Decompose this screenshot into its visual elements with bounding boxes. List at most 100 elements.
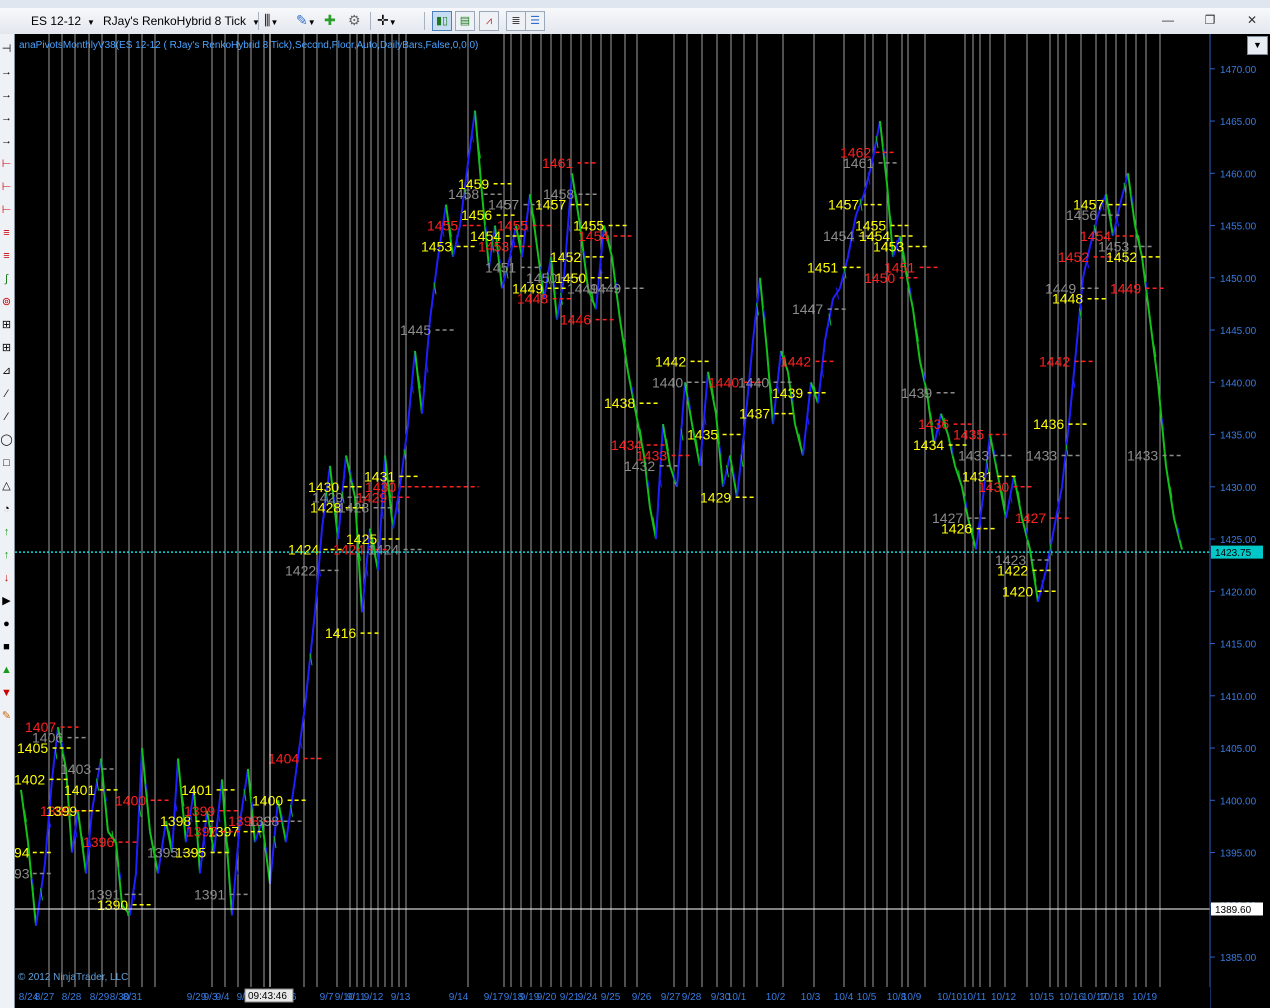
bar-style-icon[interactable]: ⫼▼ [264,11,278,30]
pencil-icon[interactable]: ✎▼ [296,11,316,30]
drawing-tool-icon[interactable]: ⊢ [0,203,13,217]
price-tick-label: 1460.00 [1220,169,1257,180]
date-tick-label: 10/18 [1099,992,1124,1003]
pivot-level-label: 1429 [700,489,731,505]
drawing-tool-icon[interactable]: ⊞ [0,341,13,355]
pivot-level-label: 1457 [828,197,859,213]
chart-trader-icon[interactable]: ⩘ [479,11,499,31]
date-tick-label: 10/11 [962,992,987,1003]
toolbar-divider [424,12,425,30]
drawing-tool-icon[interactable]: ◔ [0,502,13,516]
scale-dropdown[interactable]: ▼ [1247,36,1268,55]
pivot-level-label: 1424 [368,542,399,558]
minimize-icon[interactable]: — [1154,11,1182,29]
drawing-tool-icon[interactable]: ▼ [0,686,13,700]
drawing-tool-icon[interactable]: ⁄ [0,410,13,424]
instrument-selector[interactable]: ES 12-12 ▼ [26,11,100,32]
pivot-level-label: 1435 [953,427,984,443]
pivot-level-label: 1446 [560,312,591,328]
crosshair-icon[interactable]: ✛▼ [377,11,397,30]
drawing-tool-icon[interactable]: △ [0,479,13,493]
bar-type-label: RJay's RenkoHybrid 8 Tick [103,14,247,28]
current-price-flag: 1423.75 [1211,545,1263,559]
drawing-tool-icon[interactable]: ≡ [0,249,13,263]
drawing-tool-icon[interactable]: ∫ [0,272,13,286]
drawing-tool-icon[interactable]: ≡ [0,226,13,240]
drawing-tool-icon[interactable]: ⊣ [0,42,13,56]
price-tick-label: 1465.00 [1220,117,1257,128]
drawing-tool-icon[interactable]: ⁄ [0,387,13,401]
pivot-level-label: 1461 [542,155,573,171]
pivot-level-label: 1403 [60,761,91,777]
drawing-tool-icon[interactable]: ⊞ [0,318,13,332]
properties-icon[interactable]: ≣ [506,11,526,31]
pivot-level-label: 1397 [186,824,217,840]
drawing-tool-icon[interactable]: ▲ [0,663,13,677]
pivot-level-label: 1439 [901,385,932,401]
price-axis[interactable]: 1385.001390.001395.001400.001405.001410.… [1209,34,1270,1008]
pivot-level-label: 1448 [517,291,548,307]
price-tick-label: 1385.00 [1220,953,1257,964]
pivot-level-label: 1430 [978,479,1009,495]
bar-type-selector[interactable]: RJay's RenkoHybrid 8 Tick ▼ [98,11,265,32]
chevron-down-icon: ▼ [87,18,95,27]
add-indicator-icon[interactable]: ✚ [324,11,336,30]
drawing-tool-icon[interactable]: ↑ [0,548,13,562]
drawing-tool-icon[interactable]: ⊢ [0,157,13,171]
pivot-level-label: 1453 [873,238,904,254]
drawing-tool-icon[interactable]: → [0,134,13,148]
drawing-tool-icon[interactable]: ⊚ [0,295,13,309]
price-tick-label: 1435.00 [1220,431,1257,442]
date-tick-label: 10/1 [727,992,747,1003]
data-box-icon[interactable]: ▤ [455,11,475,31]
pivot-level-label: 1457 [488,197,519,213]
pivot-level-label: 1416 [325,625,356,641]
drawing-tool-icon[interactable]: → [0,111,13,125]
pivot-level-label: 1452 [1106,249,1137,265]
drawing-tool-icon[interactable]: ✎ [0,709,13,723]
price-chart[interactable]: 1407140514061403140214011399139914001396… [15,34,1270,1008]
pivot-level-label: 1428 [310,500,341,516]
pivot-level-label: 1442 [655,353,686,369]
drawing-tool-icon[interactable]: → [0,65,13,79]
drawing-tool-icon[interactable]: ⊢ [0,180,13,194]
date-tick-label: 10/4 [834,992,854,1003]
pivot-level-label: 1422 [285,562,316,578]
properties-list-icon[interactable]: ☰ [525,11,545,31]
marker-price-label: 1389.60 [1215,905,1252,916]
pivot-level-label: 1449 [1110,280,1141,296]
drawing-tool-icon[interactable]: ▶ [0,594,13,608]
drawing-tool-icon[interactable]: ■ [0,640,13,654]
pivot-level-label: 1454 [578,228,609,244]
pivot-level-label: 1399 [184,803,215,819]
strategy-icon[interactable]: ⚙ [348,11,361,30]
price-tick-label: 1405.00 [1220,744,1257,755]
pivot-level-label: 1396 [83,834,114,850]
pivot-level-label: 1434 [913,437,944,453]
drawing-tool-icon[interactable]: → [0,88,13,102]
drawing-tool-icon[interactable]: ⊿ [0,364,13,378]
close-icon[interactable]: ✕ [1238,11,1266,29]
pivot-level-label: 1445 [400,322,431,338]
date-tick-label: 9/28 [682,992,702,1003]
pivot-level-label: 93 [15,865,30,881]
price-tick-label: 1410.00 [1220,692,1257,703]
candlestick-icon[interactable]: ▮▯ [432,11,452,31]
pivot-level-label: 1458 [448,186,479,202]
drawing-tool-icon[interactable]: ● [0,617,13,631]
drawing-tool-icon[interactable]: □ [0,456,13,470]
pivot-level-label: 1424 [333,542,364,558]
date-tick-label: 8/31 [123,992,143,1003]
drawing-tool-icon[interactable]: ↓ [0,571,13,585]
pivot-level-label: 1438 [604,395,635,411]
pivot-level-label: 1436 [1033,416,1064,432]
pivot-level-label: 1427 [1015,510,1046,526]
pivot-level-label: 1454 [823,228,854,244]
pivot-level-label: 1400 [115,792,146,808]
date-tick-label: 9/4 [216,992,230,1003]
drawing-tool-icon[interactable]: ◯ [0,433,13,447]
restore-icon[interactable]: ❐ [1196,11,1224,29]
pivot-level-label: 1461 [843,155,874,171]
drawing-tool-icon[interactable]: ↑ [0,525,13,539]
pivot-level-label: 1422 [997,562,1028,578]
